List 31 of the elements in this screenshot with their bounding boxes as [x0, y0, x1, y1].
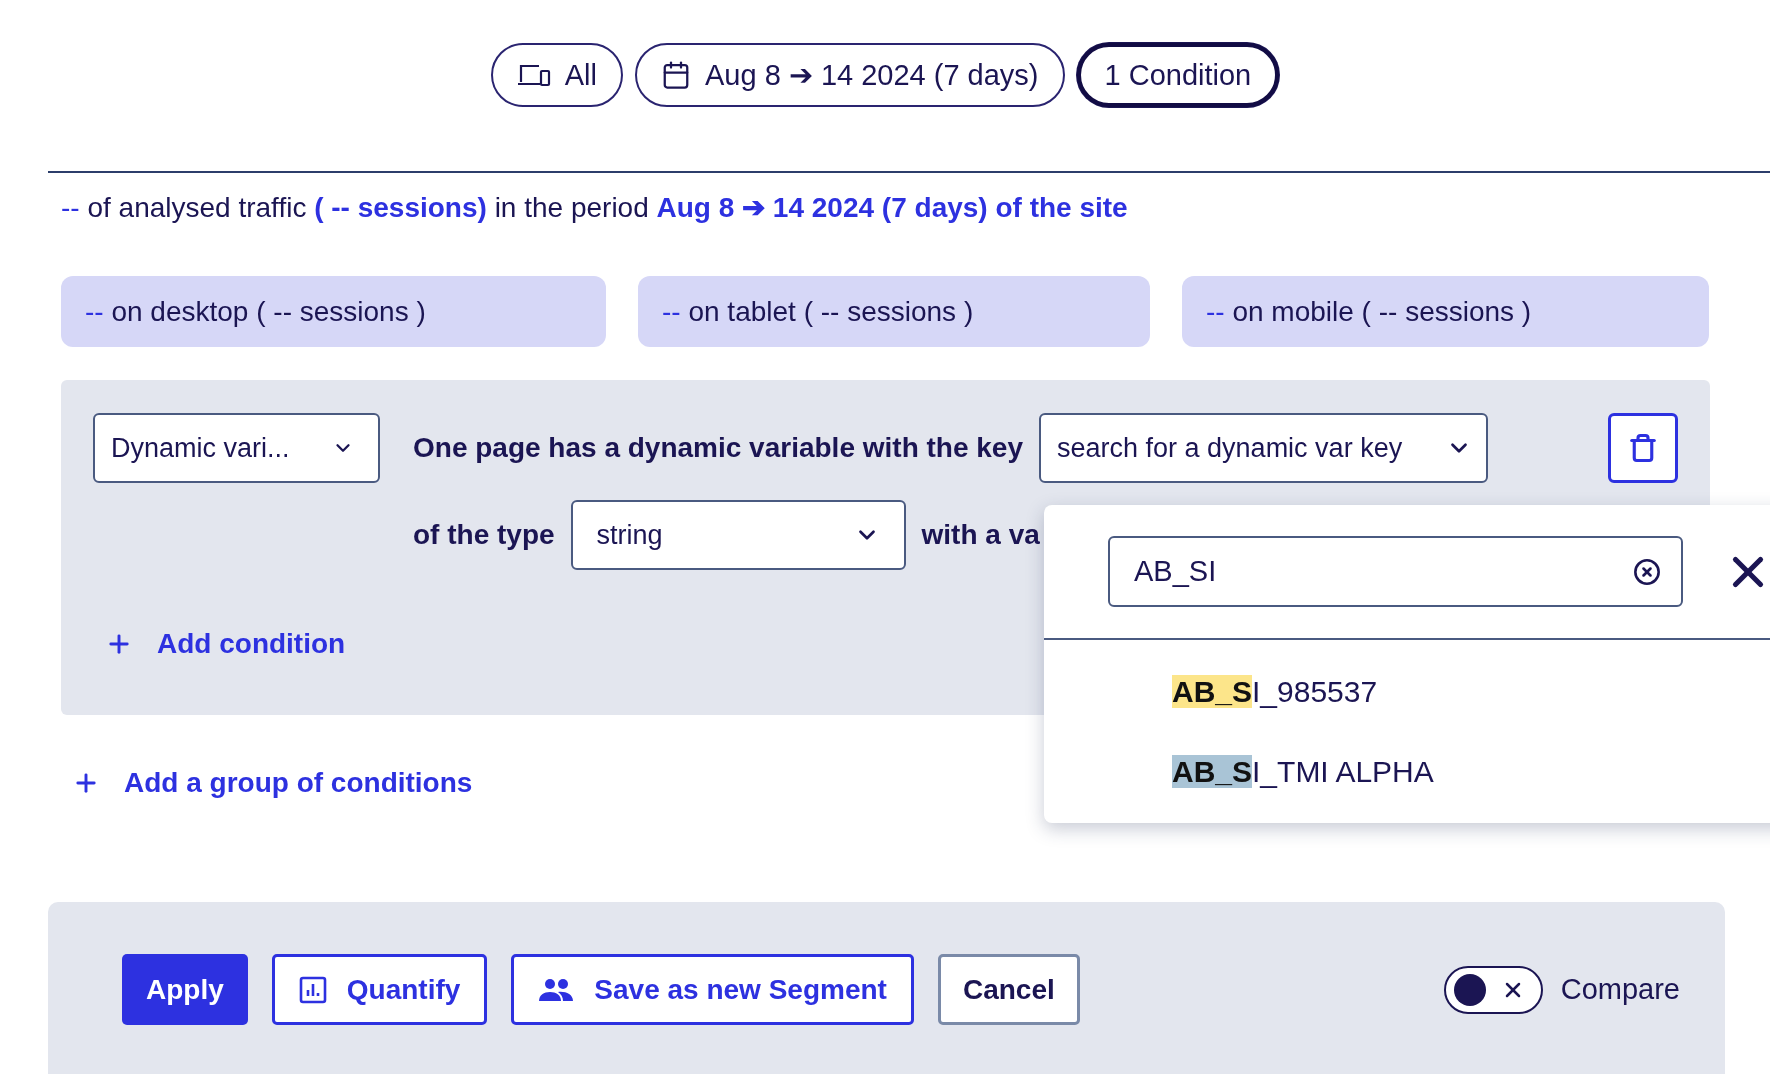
add-condition-link[interactable]: Add condition: [105, 628, 346, 660]
type-select[interactable]: string: [570, 500, 906, 570]
category-select[interactable]: Dynamic vari...: [93, 413, 380, 483]
search-result[interactable]: AB_SI_TMI ALPHA: [1172, 752, 1434, 792]
device-traffic-card: -- on tablet ( -- sessions ): [638, 276, 1150, 347]
condition-sentence: One page has a dynamic variable with the key: [413, 432, 1023, 464]
action-button[interactable]: Cancel: [937, 954, 1080, 1025]
users-icon: [538, 977, 575, 1002]
devices-icon: [516, 63, 551, 87]
action-button[interactable]: Save as new Segment: [511, 954, 914, 1025]
device-traffic-card: -- on desktop ( -- sessions ): [61, 276, 606, 347]
device-traffic-card: -- on mobile ( -- sessions ): [1182, 276, 1709, 347]
filter-pill[interactable]: Aug 8 ➔ 14 2024 (7 days): [635, 43, 1065, 107]
delete-button[interactable]: [1608, 413, 1678, 483]
action-button[interactable]: Quantify: [271, 954, 488, 1025]
bar-chart-icon: [298, 975, 327, 1004]
search-result[interactable]: AB_SI_985537: [1172, 672, 1378, 712]
action-button[interactable]: Apply: [122, 954, 248, 1025]
key-select[interactable]: search for a dynamic var key: [1039, 413, 1488, 483]
compare-toggle[interactable]: [1443, 965, 1543, 1014]
calendar-icon: [661, 60, 691, 90]
compare-label: Compare: [1560, 973, 1680, 1006]
trash-icon: [1628, 433, 1658, 463]
type-label: of the type: [413, 519, 555, 551]
search-field[interactable]: AB_SI: [1108, 536, 1683, 607]
value-label: with a va: [921, 519, 1040, 551]
clear-icon[interactable]: [1633, 557, 1661, 586]
add-group-link[interactable]: Add a group of conditions: [72, 767, 473, 799]
filter-pill[interactable]: All: [490, 43, 623, 107]
filter-pill[interactable]: 1 Condition: [1076, 43, 1280, 107]
traffic-summary: -- of analysed traffic ( -- sessions) in the period Aug 8 ➔ 14 2024 (7 days) of the site: [61, 193, 1129, 223]
